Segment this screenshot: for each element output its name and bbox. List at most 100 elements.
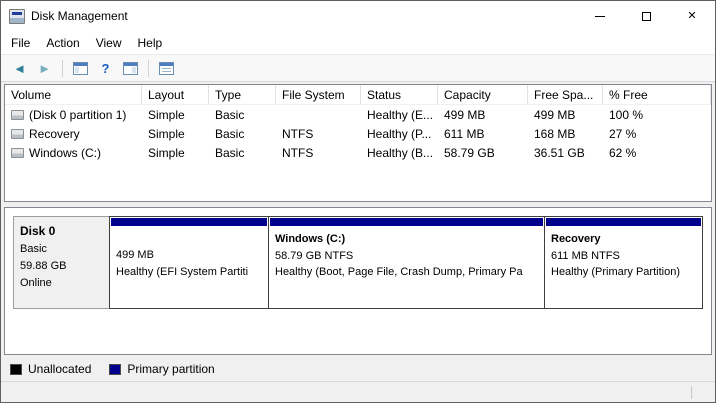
console-tree-icon xyxy=(73,62,88,75)
volume-capacity: 499 MB xyxy=(438,105,528,124)
volume-capacity: 611 MB xyxy=(438,124,528,143)
statusbar xyxy=(1,381,715,402)
volume-file-system xyxy=(276,105,361,124)
column-header-layout[interactable]: Layout xyxy=(142,85,209,104)
partition-color-band xyxy=(270,218,543,226)
disk-graphical-panel: Disk 0 Basic 59.88 GB Online 499 MB Heal… xyxy=(4,207,712,355)
properties-button[interactable] xyxy=(154,57,179,79)
volume-icon xyxy=(11,129,24,139)
toolbar-separator xyxy=(148,60,149,77)
maximize-button[interactable] xyxy=(623,1,669,31)
table-row[interactable]: Windows (C:) Simple Basic NTFS Healthy (… xyxy=(5,143,711,162)
column-header-file-system[interactable]: File System xyxy=(276,85,361,104)
disk-row: Disk 0 Basic 59.88 GB Online 499 MB Heal… xyxy=(13,216,703,309)
volume-icon xyxy=(11,148,24,158)
table-row[interactable]: (Disk 0 partition 1) Simple Basic Health… xyxy=(5,105,711,124)
forward-button[interactable]: ► xyxy=(32,57,57,79)
menu-file[interactable]: File xyxy=(3,33,38,53)
disk-size: 59.88 GB xyxy=(20,258,103,275)
legend-label: Primary partition xyxy=(127,362,214,376)
toolbar: ◄ ► ? xyxy=(1,54,715,82)
help-icon: ? xyxy=(102,62,110,75)
volume-icon xyxy=(11,110,24,120)
volume-layout: Simple xyxy=(142,105,209,124)
menu-action[interactable]: Action xyxy=(38,33,87,53)
column-header-volume[interactable]: Volume xyxy=(5,85,142,104)
disk-management-window: Disk Management ✕ File Action View Help … xyxy=(0,0,716,403)
unallocated-swatch-icon xyxy=(10,364,22,375)
volume-list-panel: Volume Layout Type File System Status Ca… xyxy=(4,84,712,202)
volume-layout: Simple xyxy=(142,124,209,143)
volume-status: Healthy (B... xyxy=(361,143,438,162)
column-header-capacity[interactable]: Capacity xyxy=(438,85,528,104)
partition-color-band xyxy=(546,218,701,226)
properties-icon xyxy=(159,62,174,75)
legend-label: Unallocated xyxy=(28,362,91,376)
volume-pct-free: 62 % xyxy=(603,143,711,162)
volume-status: Healthy (P... xyxy=(361,124,438,143)
volume-status: Healthy (E... xyxy=(361,105,438,124)
toolbar-separator xyxy=(62,60,63,77)
legend: Unallocated Primary partition xyxy=(1,357,715,381)
volume-pct-free: 27 % xyxy=(603,124,711,143)
partition-status: Healthy (Boot, Page File, Crash Dump, Pr… xyxy=(275,264,538,281)
console-tree-button[interactable] xyxy=(68,57,93,79)
volume-file-system: NTFS xyxy=(276,143,361,162)
close-icon: ✕ xyxy=(687,11,696,22)
volume-type: Basic xyxy=(209,143,276,162)
partition-color-band xyxy=(111,218,267,226)
disk-info-panel[interactable]: Disk 0 Basic 59.88 GB Online xyxy=(13,216,110,309)
legend-item-primary-partition: Primary partition xyxy=(109,362,214,376)
titlebar[interactable]: Disk Management ✕ xyxy=(1,1,715,31)
volume-table-header: Volume Layout Type File System Status Ca… xyxy=(5,85,711,105)
volume-name: Windows (C:) xyxy=(29,146,101,160)
menu-help[interactable]: Help xyxy=(130,33,171,53)
volume-capacity: 58.79 GB xyxy=(438,143,528,162)
volume-type: Basic xyxy=(209,124,276,143)
app-icon xyxy=(9,9,25,24)
partition-size: 499 MB xyxy=(116,247,262,264)
close-button[interactable]: ✕ xyxy=(669,1,715,31)
partition-name: Windows (C:) xyxy=(275,231,538,248)
column-header-status[interactable]: Status xyxy=(361,85,438,104)
volume-type: Basic xyxy=(209,105,276,124)
column-header-free-space[interactable]: Free Spa... xyxy=(528,85,603,104)
partition-size: 58.79 GB NTFS xyxy=(275,248,538,265)
primary-partition-swatch-icon xyxy=(109,364,121,375)
partition-status: Healthy (EFI System Partiti xyxy=(116,264,262,281)
column-header-pct-free[interactable]: % Free xyxy=(603,85,711,104)
partition-size: 611 MB NTFS xyxy=(551,248,696,265)
partition-name: Recovery xyxy=(551,231,696,248)
partition-name xyxy=(116,231,262,247)
partition-recovery[interactable]: Recovery 611 MB NTFS Healthy (Primary Pa… xyxy=(544,216,703,309)
volume-file-system: NTFS xyxy=(276,124,361,143)
statusbar-divider xyxy=(691,386,692,399)
table-row[interactable]: Recovery Simple Basic NTFS Healthy (P...… xyxy=(5,124,711,143)
volume-name: (Disk 0 partition 1) xyxy=(29,108,126,122)
menu-view[interactable]: View xyxy=(88,33,130,53)
menubar: File Action View Help xyxy=(1,31,715,54)
back-arrow-icon: ◄ xyxy=(13,62,26,75)
volume-layout: Simple xyxy=(142,143,209,162)
action-pane-icon xyxy=(123,62,138,75)
help-button[interactable]: ? xyxy=(93,57,118,79)
window-title: Disk Management xyxy=(31,9,128,23)
back-button[interactable]: ◄ xyxy=(7,57,32,79)
partition-efi[interactable]: 499 MB Healthy (EFI System Partiti xyxy=(109,216,269,309)
volume-pct-free: 100 % xyxy=(603,105,711,124)
action-pane-button[interactable] xyxy=(118,57,143,79)
disk-status: Online xyxy=(20,275,103,292)
disk-type: Basic xyxy=(20,241,103,258)
volume-name: Recovery xyxy=(29,127,80,141)
volume-free-space: 36.51 GB xyxy=(528,143,603,162)
window-controls: ✕ xyxy=(577,1,715,31)
partition-windows-c[interactable]: Windows (C:) 58.79 GB NTFS Healthy (Boot… xyxy=(268,216,545,309)
volume-free-space: 499 MB xyxy=(528,105,603,124)
column-header-type[interactable]: Type xyxy=(209,85,276,104)
legend-item-unallocated: Unallocated xyxy=(10,362,91,376)
disk-name: Disk 0 xyxy=(20,222,103,241)
volume-free-space: 168 MB xyxy=(528,124,603,143)
minimize-button[interactable] xyxy=(577,1,623,31)
forward-arrow-icon: ► xyxy=(38,62,51,75)
minimize-icon xyxy=(595,16,605,17)
